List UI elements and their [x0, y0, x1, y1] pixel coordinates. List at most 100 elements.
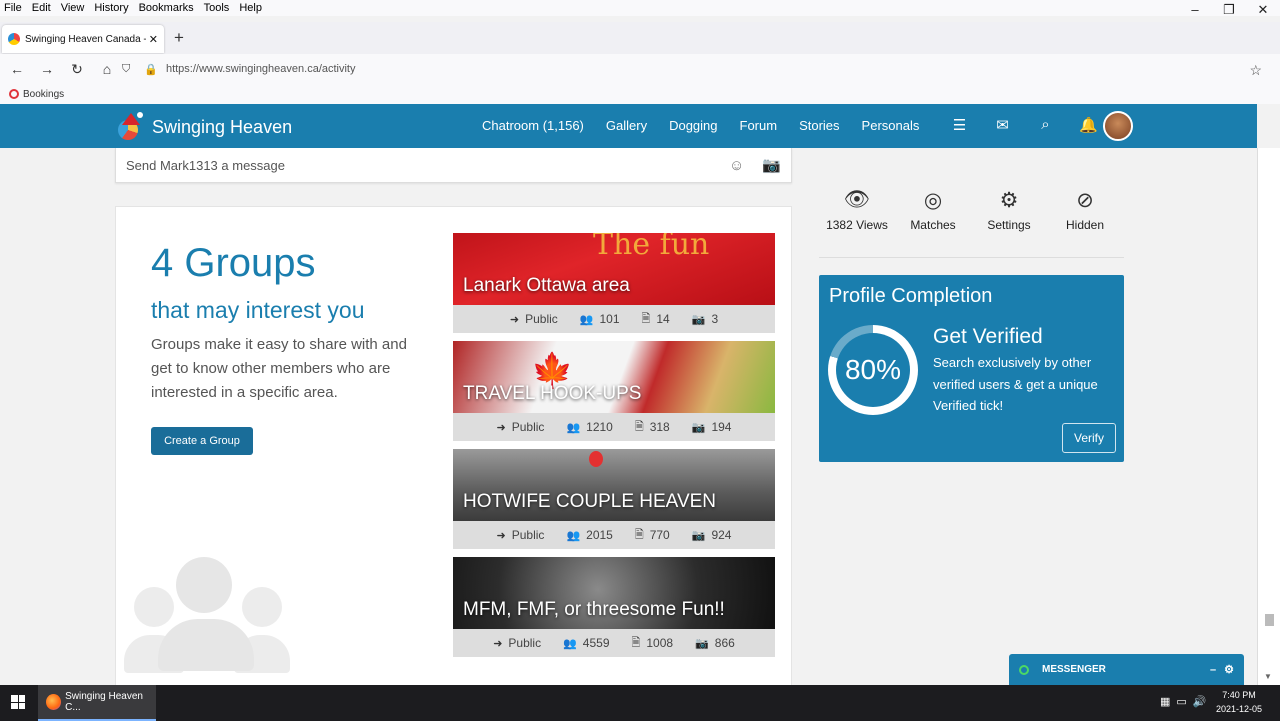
scrollbar-thumb[interactable] [1265, 614, 1274, 626]
group-posts: 318 [649, 420, 670, 434]
group-visibility: Public [525, 312, 558, 326]
target-icon: ◎ [923, 189, 943, 212]
message-input[interactable]: Send Mark1313 a message ☺ 📷 [115, 148, 792, 183]
settings-label: Settings [987, 218, 1031, 232]
back-icon[interactable]: ← [4, 61, 30, 77]
tray-app-icon[interactable]: ▦ [1160, 695, 1170, 708]
site-logo[interactable]: Swinging Heaven [116, 112, 292, 142]
profile-completion-card: Profile Completion 80% Get Verified Sear… [819, 275, 1124, 462]
menu-edit[interactable]: Edit [32, 2, 51, 14]
menu-help[interactable]: Help [239, 2, 262, 14]
menu-bar: File Edit View History Bookmarks Tools H… [0, 0, 1280, 16]
nav-forum[interactable]: Forum [740, 118, 778, 133]
close-window-button[interactable]: ✕ [1246, 0, 1280, 22]
forward-icon[interactable]: → [34, 61, 60, 77]
gear-icon: ⚙ [999, 189, 1019, 212]
minimize-icon[interactable]: – [1210, 664, 1216, 676]
nav-gallery[interactable]: Gallery [606, 118, 647, 133]
group-image[interactable]: HOTWIFE COUPLE HEAVEN [453, 449, 775, 521]
group-name[interactable]: Lanark Ottawa area [463, 275, 630, 297]
groups-subtitle: that may interest you [151, 297, 365, 323]
messenger-bar[interactable]: MESSENGER – ⚙ [1009, 654, 1244, 685]
page-scrollbar[interactable]: ▼ [1257, 148, 1280, 685]
reload-icon[interactable]: ↻ [64, 61, 90, 78]
menu-history[interactable]: History [94, 2, 128, 14]
posts-icon: 🗎 [631, 636, 641, 649]
clock[interactable]: 7:40 PM 2021-12-05 [1216, 688, 1262, 716]
tab-strip: Swinging Heaven Canada - Mes ✕ + [0, 22, 1280, 54]
menu-bookmarks[interactable]: Bookmarks [139, 2, 194, 14]
nav-dogging[interactable]: Dogging [669, 118, 717, 133]
members-icon: 👥 [563, 637, 577, 650]
logo-icon [116, 112, 146, 142]
search-icon[interactable]: ⌕ [1024, 116, 1067, 134]
emoji-icon[interactable]: ☺ [729, 157, 744, 174]
window-controls: – ❐ ✕ [1178, 0, 1280, 22]
nav-stories[interactable]: Stories [799, 118, 839, 133]
logo-text: Swinging Heaven [152, 116, 293, 137]
group-name[interactable]: HOTWIFE COUPLE HEAVEN [463, 491, 716, 513]
completion-percent: 80% [836, 333, 910, 407]
group-image[interactable]: MFM, FMF, or threesome Fun!! [453, 557, 775, 629]
gear-icon[interactable]: ⚙ [1224, 663, 1234, 676]
nav-personals[interactable]: Personals [862, 118, 920, 133]
hidden-button[interactable]: ⊘ Hidden [1047, 188, 1123, 257]
messenger-label: MESSENGER [1042, 664, 1106, 675]
group-image[interactable]: The fun Lanark Ottawa area [453, 233, 775, 305]
shield-icon[interactable]: ⛉ [122, 63, 130, 76]
tab-close-icon[interactable]: ✕ [149, 33, 158, 46]
views-button[interactable]: 👁 1382 Views [819, 188, 895, 257]
minimize-window-button[interactable]: – [1178, 0, 1212, 22]
avatar[interactable] [1103, 111, 1133, 141]
group-card[interactable]: HOTWIFE COUPLE HEAVEN ➜ Public 👥 2015 🗎 770… [453, 449, 775, 549]
taskbar-firefox-app[interactable]: Swinging Heaven C... [38, 685, 156, 721]
menu-tools[interactable]: Tools [204, 2, 230, 14]
groups-description: Groups make it easy to share with and ge… [151, 336, 407, 401]
group-stats: ➜ Public 👥 1210 🗎 318 📷 194 [453, 413, 775, 441]
message-placeholder[interactable]: Send Mark1313 a message [126, 158, 711, 173]
menu-icon[interactable]: ☰ [938, 116, 981, 134]
group-photos: 194 [711, 420, 732, 434]
nav-chatroom[interactable]: Chatroom (1,156) [482, 118, 584, 133]
bookmark-star-icon[interactable]: ☆ [1249, 62, 1262, 79]
create-group-button[interactable]: Create a Group [151, 427, 253, 455]
group-name[interactable]: MFM, FMF, or threesome Fun!! [463, 599, 725, 621]
group-name[interactable]: TRAVEL HOOK-UPS [463, 383, 641, 405]
menu-view[interactable]: View [61, 2, 85, 14]
verify-button[interactable]: Verify [1062, 423, 1116, 453]
group-card[interactable]: The fun Lanark Ottawa area ➜ Public 👥 101 … [453, 233, 775, 333]
public-icon: ➜ [493, 637, 503, 650]
browser-tab[interactable]: Swinging Heaven Canada - Mes ✕ [2, 25, 164, 53]
settings-button[interactable]: ⚙ Settings [971, 188, 1047, 257]
url-text[interactable]: https://www.swingingheaven.ca/activity [166, 63, 356, 75]
camera-icon[interactable]: 📷 [762, 156, 781, 174]
scroll-down-icon[interactable]: ▼ [1264, 672, 1272, 681]
group-image[interactable]: 🍁 TRAVEL HOOK-UPS [453, 341, 775, 413]
camera-icon: 📷 [691, 421, 706, 434]
group-card[interactable]: 🍁 TRAVEL HOOK-UPS ➜ Public 👥 1210 🗎 318 📷 19… [453, 341, 775, 441]
group-card[interactable]: MFM, FMF, or threesome Fun!! ➜ Public 👥 45… [453, 557, 775, 657]
bookmark-bookings[interactable]: Bookings [23, 89, 64, 100]
members-icon: 👥 [579, 313, 594, 326]
main-nav: Chatroom (1,156) Gallery Dogging Forum S… [482, 118, 941, 133]
posts-icon: 🗎 [634, 420, 644, 433]
volume-icon[interactable]: 🔊 [1193, 695, 1207, 708]
restore-window-button[interactable]: ❐ [1212, 0, 1246, 22]
group-image-art: The fun [593, 233, 710, 262]
mail-icon[interactable]: ✉ [981, 116, 1024, 134]
header-icons: ☰ ✉ ⌕ 🔔 [938, 116, 1110, 134]
lock-icon[interactable]: 🔒 [144, 63, 158, 76]
windows-start-icon[interactable] [11, 695, 25, 709]
camera-icon: 📷 [695, 637, 709, 650]
group-members: 1210 [586, 420, 613, 434]
address-bar[interactable]: ⛉ 🔒 https://www.swingingheaven.ca/activi… [116, 56, 1266, 82]
group-visibility: Public [511, 528, 545, 542]
camera-icon: 📷 [691, 313, 706, 326]
matches-button[interactable]: ◎ Matches [895, 188, 971, 257]
public-icon: ➜ [496, 529, 506, 542]
menu-file[interactable]: File [4, 2, 22, 14]
new-tab-button[interactable]: + [174, 28, 184, 48]
online-status-icon [1019, 664, 1029, 675]
network-icon[interactable]: ▭ [1176, 695, 1186, 708]
profile-actions: 👁 1382 Views ◎ Matches ⚙ Settings ⊘ Hidd… [819, 188, 1124, 258]
